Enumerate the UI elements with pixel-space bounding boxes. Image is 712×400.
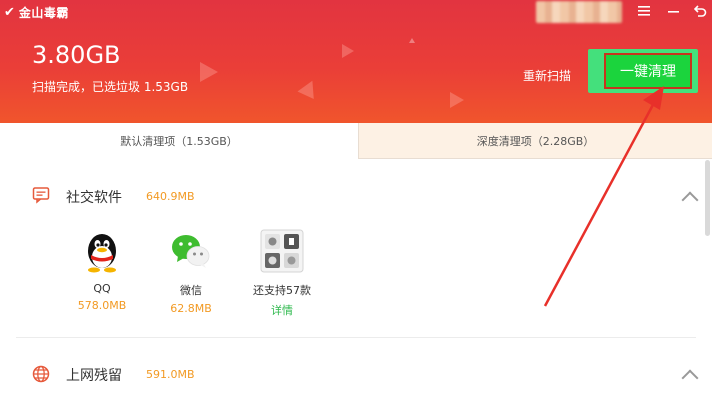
details-link[interactable]: 详情	[242, 302, 322, 318]
app-name-qq: QQ	[93, 282, 111, 295]
tab-deep-clean[interactable]: 深度清理项（2.28GB）	[358, 123, 712, 159]
app-size-wechat: 62.8MB	[170, 302, 212, 315]
decor-triangle	[342, 44, 354, 58]
menu-icon[interactable]	[634, 2, 654, 20]
decor-triangle	[450, 92, 464, 108]
globe-icon	[32, 365, 50, 387]
tab-default-clean[interactable]: 默认清理项（1.53GB）	[0, 123, 358, 159]
decor-triangle	[297, 76, 321, 100]
app-logo: ✔ 金山毒霸	[4, 3, 69, 21]
qq-icon	[80, 229, 124, 273]
scrollbar[interactable]	[705, 160, 710, 236]
user-avatar[interactable]	[536, 1, 622, 23]
scan-status-text: 扫描完成，已选垃圾 1.53GB	[32, 80, 189, 94]
section-title-social: 社交软件	[66, 190, 122, 206]
app-brand: 金山毒霸	[18, 5, 69, 20]
chat-icon	[32, 186, 50, 208]
app-name-more: 还支持57款	[253, 284, 311, 297]
decor-triangle	[409, 38, 415, 43]
collapse-browsing-chevron-icon[interactable]	[681, 369, 699, 387]
junk-size-value: 3.80GB	[32, 41, 121, 69]
app-item-more[interactable]: 还支持57款 详情	[242, 229, 322, 318]
clean-tabs: 默认清理项（1.53GB） 深度清理项（2.28GB）	[0, 123, 712, 159]
app-item-qq[interactable]: QQ 578.0MB	[62, 229, 142, 312]
rescan-link[interactable]: 重新扫描	[523, 67, 571, 84]
app-name-wechat: 微信	[180, 284, 202, 297]
header-banner: ✔ 金山毒霸 3.80GB 扫描完成，已选垃圾 1.53GB 重新扫描 一键清理	[0, 0, 712, 123]
one-click-clean-button[interactable]: 一键清理	[604, 53, 692, 89]
section-size-social: 640.9MB	[146, 190, 195, 203]
collapse-social-chevron-icon[interactable]	[681, 191, 699, 209]
more-apps-icon	[260, 229, 304, 273]
section-divider	[16, 337, 696, 338]
cleaner-window: ✔ 金山毒霸 3.80GB 扫描完成，已选垃圾 1.53GB 重新扫描 一键清理…	[0, 0, 712, 400]
app-size-qq: 578.0MB	[77, 299, 127, 312]
minimize-icon[interactable]	[664, 2, 684, 20]
section-title-browsing: 上网残留	[66, 368, 122, 384]
decor-triangle	[200, 62, 218, 82]
back-icon[interactable]	[690, 2, 710, 20]
wechat-icon	[169, 229, 213, 273]
shield-logo-icon: ✔	[4, 4, 15, 20]
app-item-wechat[interactable]: 微信 62.8MB	[151, 229, 231, 315]
section-size-browsing: 591.0MB	[146, 368, 195, 381]
